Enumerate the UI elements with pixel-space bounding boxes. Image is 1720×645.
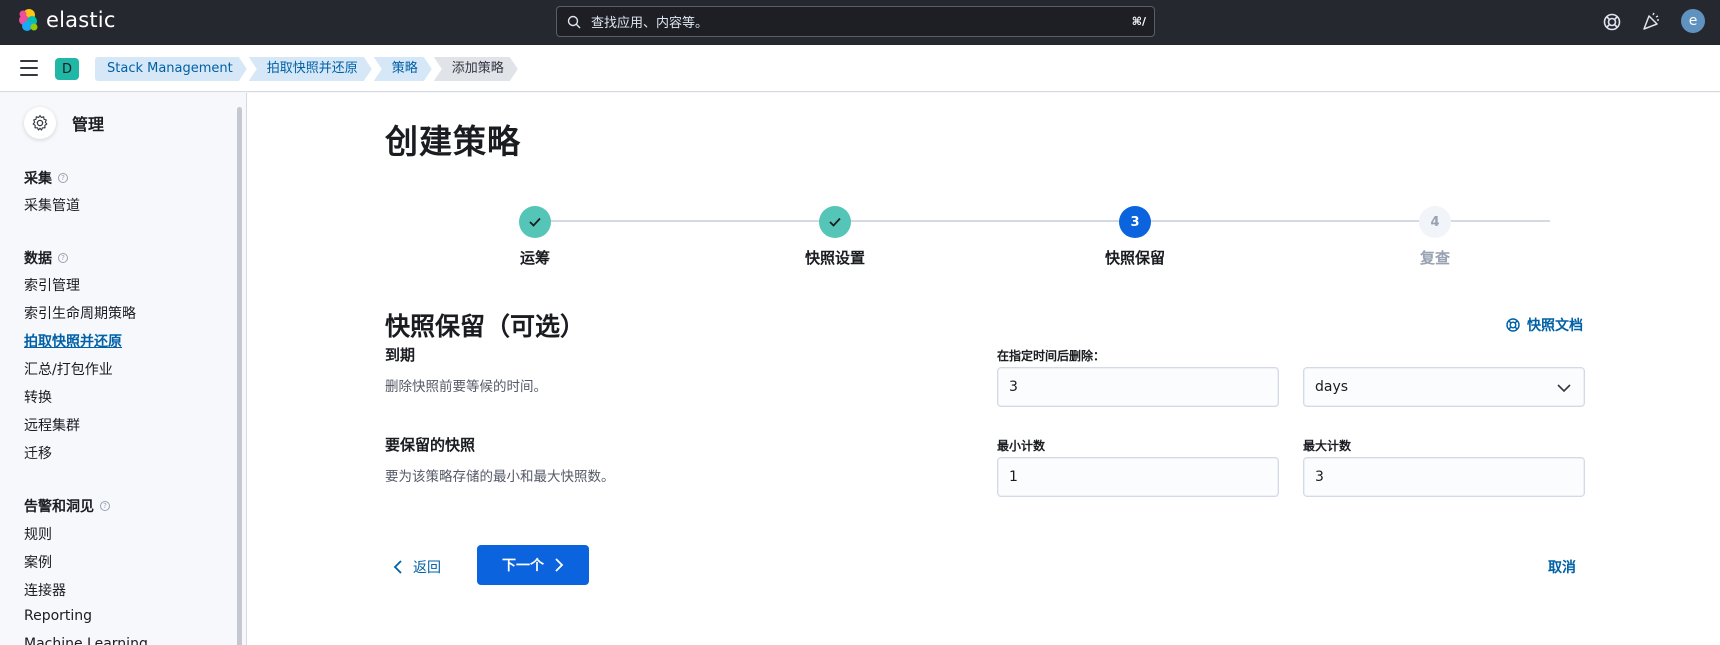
breadcrumb-item-add-policy: 添加策略: [434, 57, 518, 81]
sidebar-section-data: 数据?: [24, 248, 68, 268]
step-4-label[interactable]: 复查: [1355, 247, 1515, 268]
sidebar-item-rules[interactable]: 规则: [24, 524, 52, 544]
sidebar-item-connectors[interactable]: 连接器: [24, 580, 66, 600]
back-button-label: 返回: [413, 560, 441, 576]
next-button-label: 下一个: [502, 558, 544, 574]
breadcrumb-item-policies[interactable]: 策略: [374, 57, 432, 81]
step-2-complete-icon[interactable]: [819, 206, 851, 238]
sidebar-item-ingest-pipelines[interactable]: 采集管道: [24, 195, 80, 215]
chevron-right-icon: [555, 558, 564, 572]
page-title: 创建策略: [385, 122, 521, 161]
min-count-label: 最小计数: [997, 439, 1046, 453]
sidebar-item-ilm-policies[interactable]: 索引生命周期策略: [24, 303, 136, 323]
question-icon: ?: [100, 501, 110, 511]
sidebar-item-index-management[interactable]: 索引管理: [24, 275, 80, 295]
max-count-label: 最大计数: [1303, 439, 1352, 453]
breadcrumb-bar: D Stack Management 拍取快照并还原 策略 添加策略: [0, 45, 1720, 92]
breadcrumb-item-stack-management[interactable]: Stack Management: [95, 57, 247, 81]
step-2-label[interactable]: 快照设置: [755, 247, 915, 268]
sidebar-section-label: 采集: [24, 171, 52, 187]
next-button[interactable]: 下一个: [477, 545, 589, 585]
sidebar-item-machine-learning[interactable]: Machine Learning: [24, 636, 148, 645]
sidebar-item-migrate[interactable]: 迁移: [24, 443, 52, 463]
search-placeholder: 查找应用、内容等。: [591, 16, 709, 31]
sidebar-section-label: 告警和洞见: [24, 499, 94, 515]
section-title: 快照保留（可选）: [385, 312, 586, 341]
expire-after-label: 在指定时间后删除：: [997, 349, 1106, 363]
breadcrumb: Stack Management 拍取快照并还原 策略 添加策略: [95, 57, 520, 81]
snapshot-docs-link[interactable]: 快照文档: [1505, 315, 1583, 335]
expire-after-value-input[interactable]: 3: [997, 367, 1279, 407]
user-avatar[interactable]: e: [1681, 9, 1705, 33]
global-search-input[interactable]: 查找应用、内容等。 ⌘/: [556, 6, 1155, 37]
top-header: elastic 查找应用、内容等。 ⌘/ e: [0, 0, 1720, 45]
sidebar-item-transforms[interactable]: 转换: [24, 387, 52, 407]
sidebar-item-snapshot-restore[interactable]: 拍取快照并还原: [24, 331, 122, 351]
retain-title: 要保留的快照: [385, 436, 476, 454]
sidebar-title: 管理: [72, 115, 105, 134]
step-3-number[interactable]: 3: [1119, 206, 1151, 238]
sidebar-section-label: 数据: [24, 251, 52, 267]
step-4-number[interactable]: 4: [1419, 206, 1451, 238]
expire-after-unit-select[interactable]: days: [1303, 367, 1585, 407]
search-icon: [567, 15, 581, 28]
step-1-label[interactable]: 运筹: [455, 247, 615, 268]
management-logo: [24, 107, 56, 139]
retain-description: 要为该策略存储的最小和最大快照数。: [385, 469, 615, 485]
sidebar-item-remote-clusters[interactable]: 远程集群: [24, 415, 80, 435]
breadcrumb-item-snapshot-restore[interactable]: 拍取快照并还原: [249, 57, 372, 81]
step-1-complete-icon[interactable]: [519, 206, 551, 238]
main-content: 创建策略 运筹 快照设置 3 快照保留 4 复查 快照保留（可选） 快照文档 到…: [248, 93, 1720, 645]
space-avatar[interactable]: D: [55, 58, 79, 80]
sidebar-scrollbar[interactable]: [237, 107, 242, 645]
gear-icon: [32, 114, 48, 131]
sidebar-section-ingest: 采集?: [24, 168, 68, 188]
steps-connector: [550, 220, 1550, 222]
sidebar-section-alerts-insights: 告警和洞见?: [24, 496, 110, 516]
expiration-description: 删除快照前要等候的时间。: [385, 379, 547, 395]
step-3-label[interactable]: 快照保留: [1055, 247, 1215, 268]
back-button[interactable]: 返回: [393, 557, 441, 577]
question-icon: ?: [58, 253, 68, 263]
menu-toggle-icon[interactable]: [20, 60, 38, 76]
question-icon: ?: [58, 173, 68, 183]
cancel-button[interactable]: 取消: [1548, 557, 1576, 577]
sidebar-item-cases[interactable]: 案例: [24, 552, 52, 572]
sidebar-item-rollup-jobs[interactable]: 汇总/打包作业: [24, 359, 113, 379]
help-icon: [1506, 318, 1520, 332]
max-count-input[interactable]: 3: [1303, 457, 1585, 497]
search-shortcut: ⌘/: [1131, 15, 1146, 28]
newsfeed-icon[interactable]: [1641, 12, 1661, 32]
elastic-logo-icon: [19, 9, 38, 31]
sidebar-header: 管理: [24, 107, 104, 139]
help-icon[interactable]: [1602, 12, 1622, 32]
brand-name: elastic: [46, 8, 116, 32]
unit-select-value: days: [1315, 379, 1349, 395]
sidebar-item-reporting[interactable]: Reporting: [24, 608, 92, 624]
expiration-title: 到期: [385, 346, 416, 364]
elastic-logo[interactable]: elastic: [16, 8, 116, 32]
management-sidebar: 管理 采集? 采集管道 数据? 索引管理 索引生命周期策略 拍取快照并还原 汇总…: [0, 93, 247, 645]
chevron-left-icon: [393, 560, 402, 574]
doc-link-label: 快照文档: [1527, 318, 1583, 334]
chevron-down-icon: [1557, 384, 1571, 393]
min-count-input[interactable]: 1: [997, 457, 1279, 497]
